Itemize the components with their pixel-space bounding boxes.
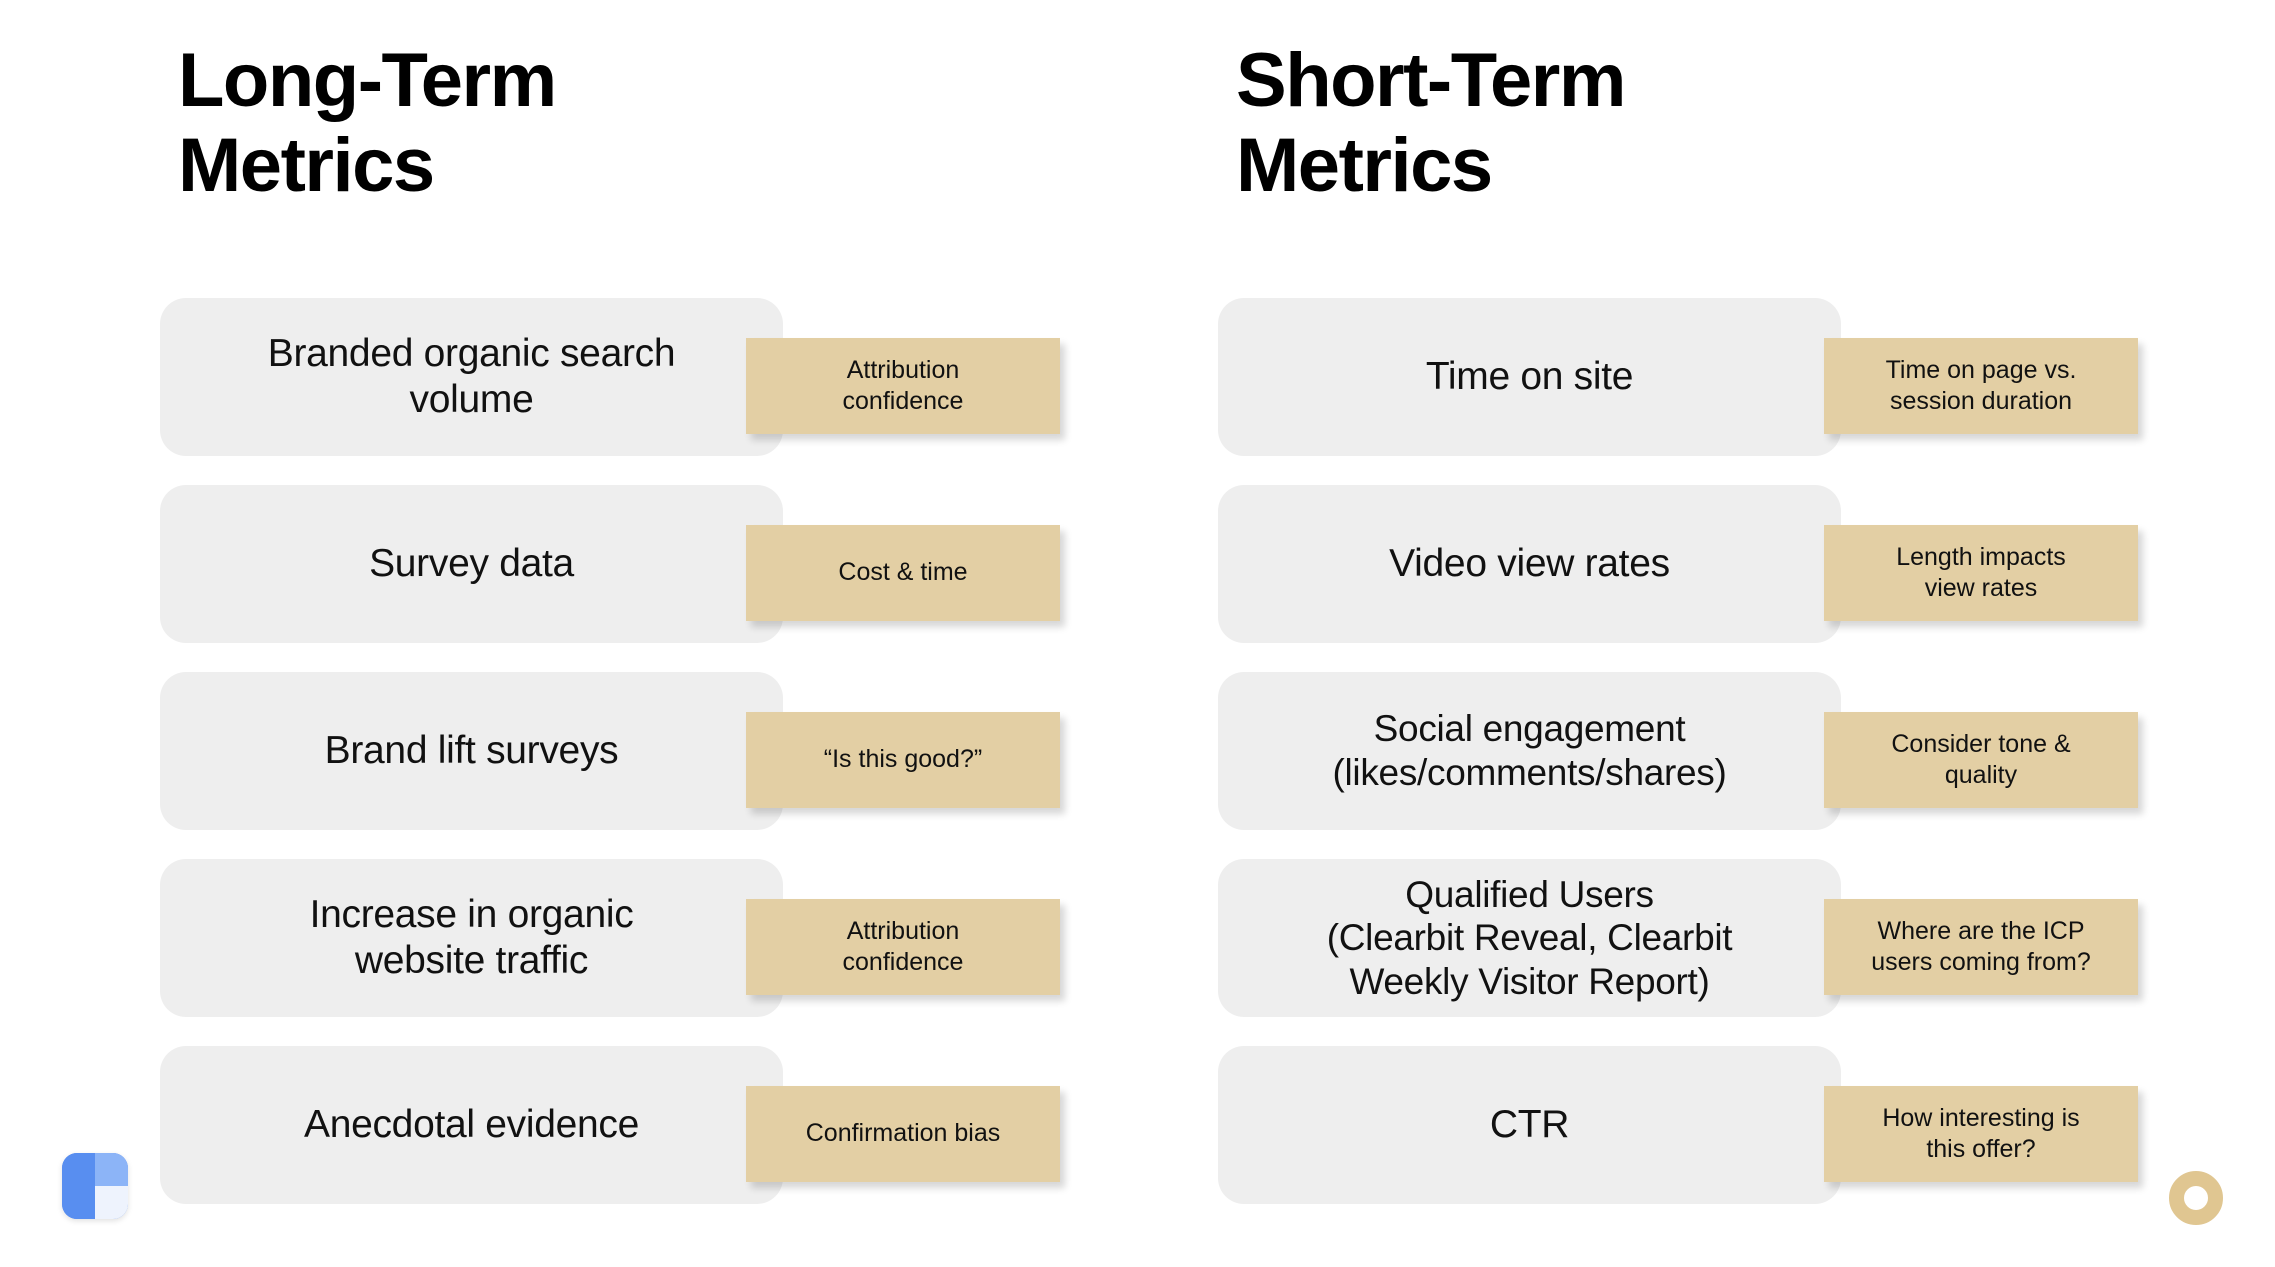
metric-label: Time on site: [1425, 354, 1634, 398]
column-title-short-term: Short-Term Metrics: [1236, 38, 1626, 209]
metric-card[interactable]: Branded organic search volume: [160, 298, 783, 456]
metric-label: Video view rates: [1389, 541, 1670, 585]
note-tag[interactable]: Attribution confidence: [746, 338, 1060, 434]
metric-label: Survey data: [369, 541, 574, 585]
metric-label: Branded organic search volume: [267, 331, 676, 421]
metric-card[interactable]: Social engagement (likes/comments/shares…: [1218, 672, 1841, 830]
metric-row: Branded organic search volume Attributio…: [160, 298, 1220, 456]
note-label: How interesting is this offer?: [1882, 1103, 2080, 1163]
metric-row: Brand lift surveys “Is this good?”: [160, 672, 1220, 830]
metric-label: Brand lift surveys: [324, 728, 619, 772]
metric-card[interactable]: Time on site: [1218, 298, 1841, 456]
metric-row: Anecdotal evidence Confirmation bias: [160, 1046, 1220, 1204]
note-tag[interactable]: Length impacts view rates: [1824, 525, 2138, 621]
app-logo-icon: [62, 1153, 128, 1219]
note-tag[interactable]: Time on page vs. session duration: [1824, 338, 2138, 434]
ring-icon: [2169, 1171, 2223, 1225]
note-label: Confirmation bias: [805, 1119, 1001, 1148]
note-tag[interactable]: How interesting is this offer?: [1824, 1086, 2138, 1182]
metric-row: Survey data Cost & time: [160, 485, 1220, 643]
metric-row: Increase in organic website traffic Attr…: [160, 859, 1220, 1017]
note-tag[interactable]: Where are the ICP users coming from?: [1824, 899, 2138, 995]
metric-label: CTR: [1489, 1102, 1570, 1146]
logo-panel-left: [62, 1153, 95, 1219]
note-tag[interactable]: “Is this good?”: [746, 712, 1060, 808]
column-short-term: Short-Term Metrics Time on site Time on …: [1218, 0, 2275, 1267]
column-title-long-term: Long-Term Metrics: [178, 38, 557, 209]
metric-card[interactable]: Increase in organic website traffic: [160, 859, 783, 1017]
note-label: “Is this good?”: [823, 745, 983, 774]
metric-label: Increase in organic website traffic: [309, 892, 634, 982]
column-long-term: Long-Term Metrics Branded organic search…: [160, 0, 1220, 1267]
note-label: Attribution confidence: [842, 355, 964, 415]
metric-row: Qualified Users (Clearbit Reveal, Clearb…: [1218, 859, 2275, 1017]
metric-row: CTR How interesting is this offer?: [1218, 1046, 2275, 1204]
note-label: Time on page vs. session duration: [1885, 355, 2077, 415]
metric-label: Social engagement (likes/comments/shares…: [1332, 708, 1727, 793]
note-label: Attribution confidence: [842, 916, 964, 976]
logo-panel-bottom-right: [95, 1186, 128, 1219]
note-label: Length impacts view rates: [1896, 542, 2066, 602]
metric-card[interactable]: Video view rates: [1218, 485, 1841, 643]
slide-canvas: Long-Term Metrics Branded organic search…: [0, 0, 2275, 1267]
note-label: Cost & time: [838, 558, 968, 587]
metric-label: Qualified Users (Clearbit Reveal, Clearb…: [1326, 873, 1733, 1002]
metric-row: Social engagement (likes/comments/shares…: [1218, 672, 2275, 830]
note-label: Where are the ICP users coming from?: [1871, 916, 2091, 976]
metric-card[interactable]: Survey data: [160, 485, 783, 643]
metric-card[interactable]: Anecdotal evidence: [160, 1046, 783, 1204]
note-tag[interactable]: Consider tone & quality: [1824, 712, 2138, 808]
note-label: Consider tone & quality: [1891, 729, 2071, 789]
logo-panel-top-right: [95, 1153, 128, 1186]
metric-row: Time on site Time on page vs. session du…: [1218, 298, 2275, 456]
note-tag[interactable]: Attribution confidence: [746, 899, 1060, 995]
note-tag[interactable]: Cost & time: [746, 525, 1060, 621]
metric-label: Anecdotal evidence: [303, 1102, 639, 1146]
metric-card[interactable]: Qualified Users (Clearbit Reveal, Clearb…: [1218, 859, 1841, 1017]
metric-card[interactable]: Brand lift surveys: [160, 672, 783, 830]
metric-row: Video view rates Length impacts view rat…: [1218, 485, 2275, 643]
note-tag[interactable]: Confirmation bias: [746, 1086, 1060, 1182]
metric-card[interactable]: CTR: [1218, 1046, 1841, 1204]
